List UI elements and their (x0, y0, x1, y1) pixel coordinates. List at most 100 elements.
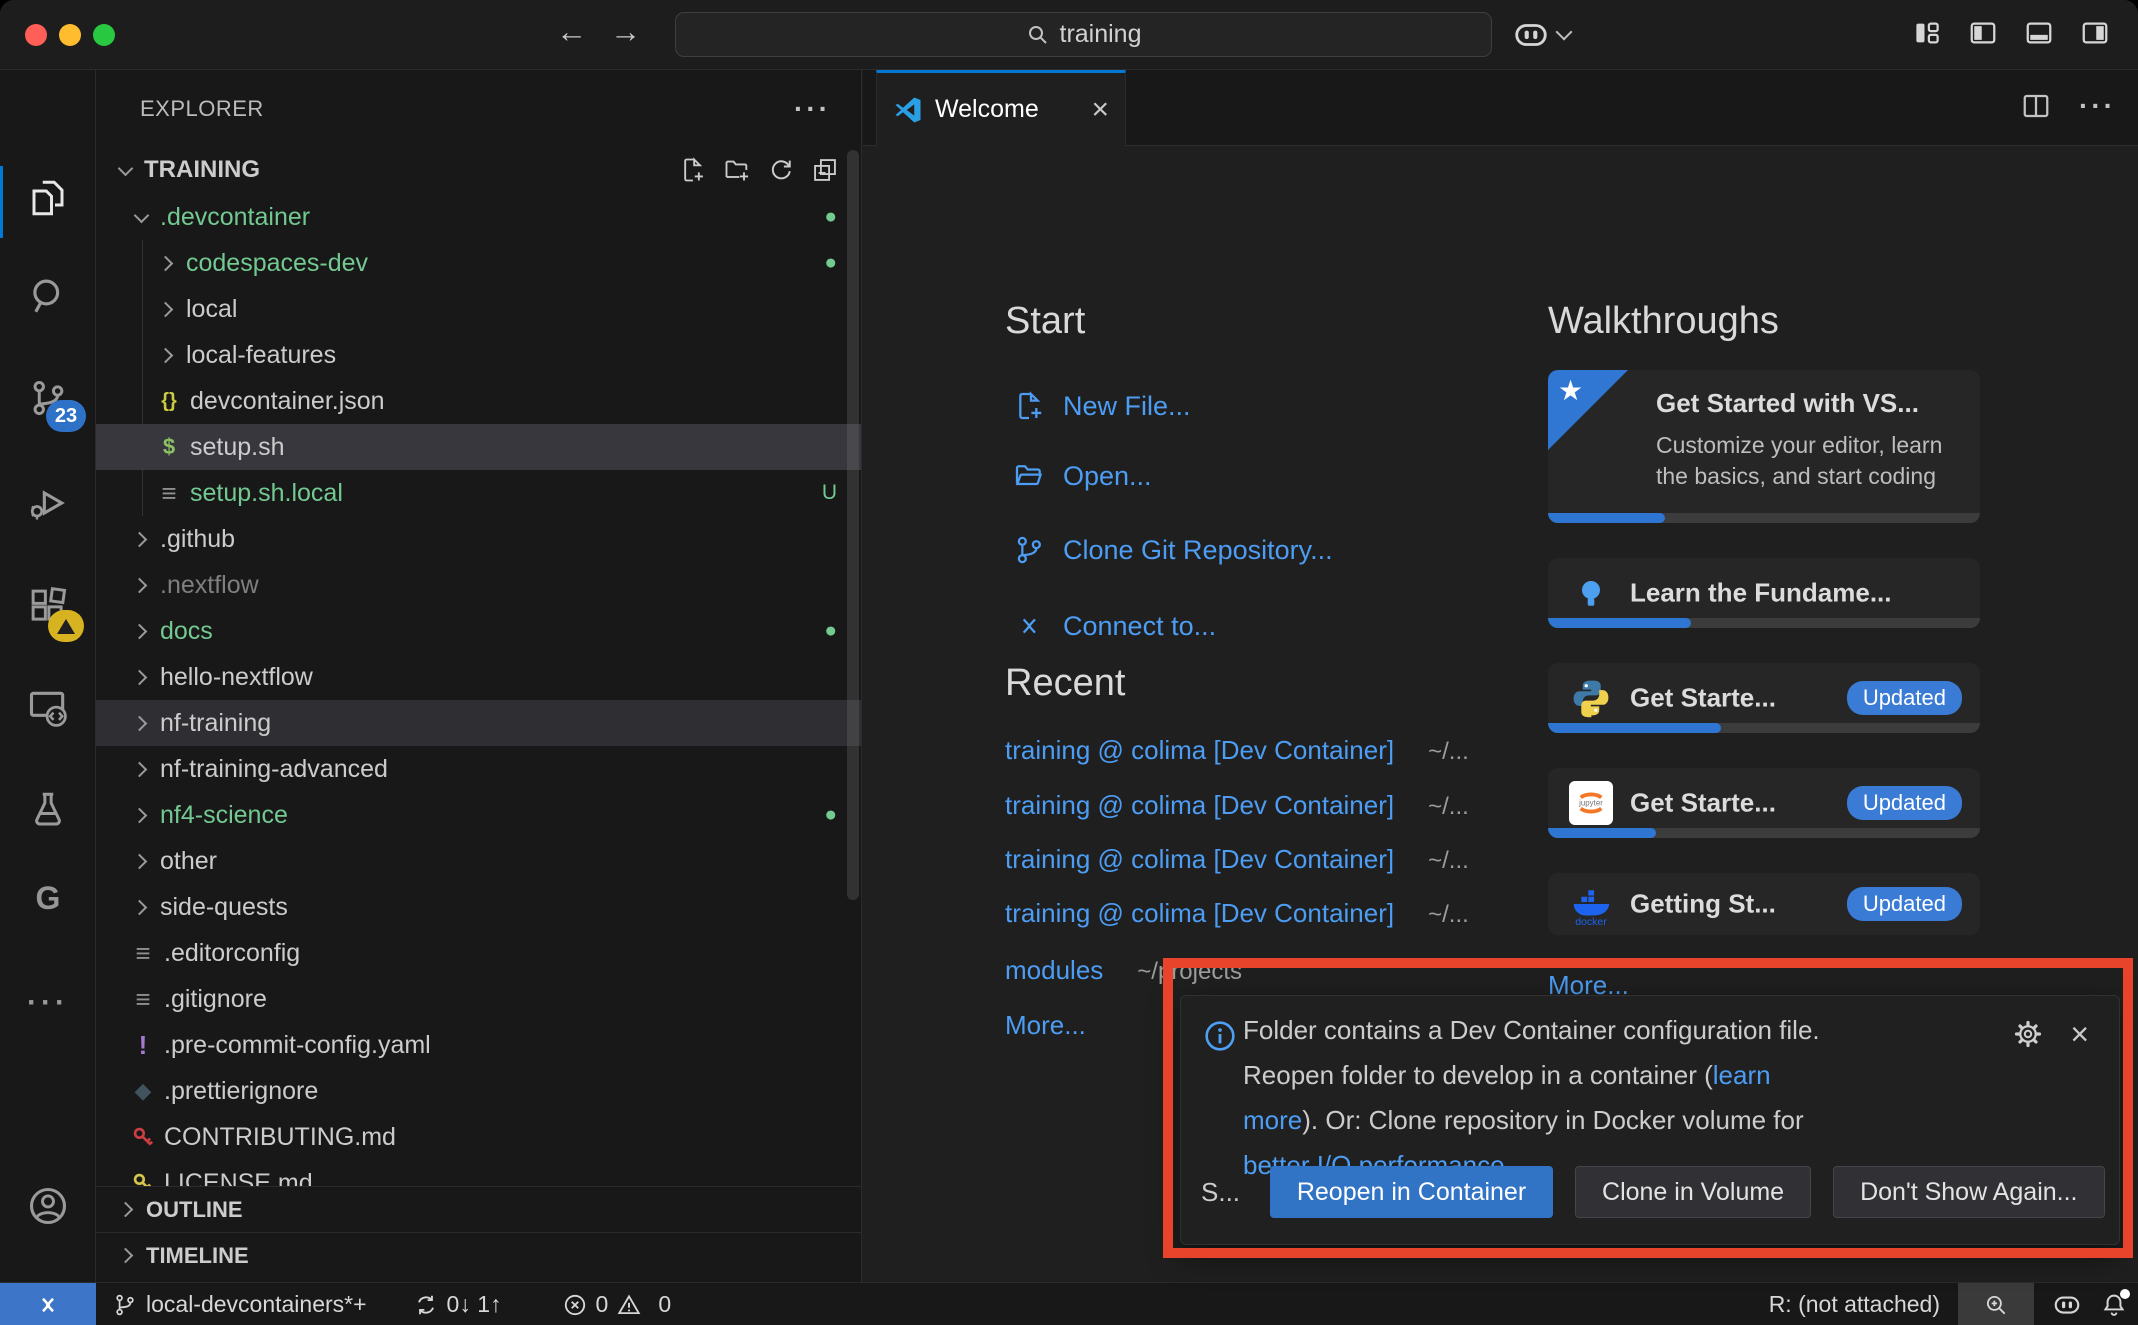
new-folder-icon[interactable] (723, 156, 751, 184)
walkthrough-card-jupyter[interactable]: jupyter Get Starte... Updated (1548, 768, 1980, 838)
tree-item-nf4-science[interactable]: nf4-science ● (96, 792, 861, 838)
start-open[interactable]: Open... (1013, 454, 1152, 498)
recent-item[interactable]: training @ colima [Dev Container] ~/... (1005, 735, 1469, 771)
tree-item-local-features[interactable]: local-features (96, 332, 861, 378)
chevron-right-icon (114, 1197, 140, 1223)
tree-item-gitignore[interactable]: .gitignore (96, 976, 861, 1022)
warning-icon (57, 619, 75, 634)
window-zoom-button[interactable] (93, 24, 115, 46)
customize-layout-icon[interactable] (1912, 18, 1942, 48)
tree-item-nextflow[interactable]: .nextflow (96, 562, 861, 608)
dont-show-again-button[interactable]: Don't Show Again... (1833, 1166, 2104, 1218)
search-icon[interactable] (0, 268, 96, 324)
chevron-right-icon (154, 342, 180, 368)
copilot-icon[interactable] (2052, 1290, 2082, 1320)
tree-item-devcontainer[interactable]: .devcontainer ● (96, 194, 861, 240)
clone-in-volume-button[interactable]: Clone in Volume (1575, 1166, 1811, 1218)
tree-item-local[interactable]: local (96, 286, 861, 332)
tab-bar: Welcome × ··· (863, 70, 2138, 146)
copilot-menu[interactable] (1512, 16, 1570, 54)
recent-item[interactable]: training @ colima [Dev Container] ~/... (1005, 790, 1469, 826)
shell-file-icon (154, 432, 184, 462)
reopen-in-container-button[interactable]: Reopen in Container (1270, 1166, 1553, 1218)
start-clone-repo[interactable]: Clone Git Repository... (1013, 528, 1333, 572)
zoom-status[interactable] (1958, 1283, 2034, 1325)
tree-item-codespaces-dev[interactable]: codespaces-dev ● (96, 240, 861, 286)
tree-item-side-quests[interactable]: side-quests (96, 884, 861, 930)
truncated-button[interactable]: S... (1201, 1177, 1240, 1208)
docker-icon: docker (1568, 881, 1614, 927)
split-editor-icon[interactable] (2021, 91, 2051, 121)
updated-badge: Updated (1847, 887, 1962, 921)
tree-item-devcontainer-json[interactable]: devcontainer.json (96, 378, 861, 424)
recent-item[interactable]: modules ~/projects (1005, 955, 1242, 991)
walkthrough-card-docker[interactable]: docker Getting St... Updated (1548, 873, 1980, 935)
tree-item-prettierignore[interactable]: .prettierignore (96, 1068, 861, 1114)
tree-item-hello-nextflow[interactable]: hello-nextflow (96, 654, 861, 700)
timeline-section-header[interactable]: TIMELINE (96, 1232, 861, 1278)
sidebar-scrollbar[interactable] (847, 150, 859, 900)
navigate-back-icon[interactable]: ← (556, 14, 587, 50)
account-icon[interactable] (0, 1178, 96, 1234)
recent-more-link[interactable]: More... (1005, 1010, 1086, 1041)
close-icon[interactable]: × (1091, 95, 1109, 125)
tab-label: Welcome (935, 95, 1039, 124)
gitlens-icon[interactable]: G (0, 870, 96, 926)
outline-section-header[interactable]: OUTLINE (96, 1186, 861, 1232)
tree-item-nf-training-advanced[interactable]: nf-training-advanced (96, 746, 861, 792)
start-connect-to[interactable]: Connect to... (1013, 604, 1216, 648)
explorer-more-actions-icon[interactable]: ··· (794, 93, 831, 125)
sync-status[interactable]: 0↓ 1↑ (413, 1291, 502, 1318)
remote-indicator[interactable] (0, 1283, 96, 1325)
problems-status[interactable]: 0 0 (562, 1291, 672, 1318)
git-branch-icon (1013, 534, 1045, 566)
window-close-button[interactable] (25, 24, 47, 46)
run-debug-icon[interactable] (0, 475, 96, 531)
start-new-file[interactable]: New File... (1013, 384, 1191, 428)
explorer-icon[interactable] (0, 170, 96, 226)
tree-item-nf-training[interactable]: nf-training (96, 700, 861, 746)
toggle-panel-icon[interactable] (2024, 18, 2054, 48)
window-minimize-button[interactable] (59, 24, 81, 46)
testing-icon[interactable] (0, 782, 96, 838)
tree-item-pre-commit-config[interactable]: .pre-commit-config.yaml (96, 1022, 861, 1068)
source-control-badge: 23 (46, 400, 86, 432)
refresh-icon[interactable] (767, 156, 795, 184)
collapse-all-icon[interactable] (811, 156, 839, 184)
r-status[interactable]: R: (not attached) (1769, 1291, 1940, 1318)
chevron-right-icon (128, 894, 154, 920)
branch-status[interactable]: local-devcontainers*+ (112, 1291, 367, 1318)
tree-item-editorconfig[interactable]: .editorconfig (96, 930, 861, 976)
tree-item-setup-sh-local[interactable]: setup.sh.local U (96, 470, 861, 516)
tree-item-setup-sh[interactable]: setup.sh (96, 424, 861, 470)
tab-welcome[interactable]: Welcome × (876, 70, 1126, 146)
new-file-icon[interactable] (679, 156, 707, 184)
json-file-icon (154, 386, 184, 416)
toggle-secondary-sidebar-icon[interactable] (2080, 18, 2110, 48)
tree-item-other[interactable]: other (96, 838, 861, 884)
prettier-file-icon (128, 1076, 158, 1106)
toggle-primary-sidebar-icon[interactable] (1968, 18, 1998, 48)
walkthrough-card-fundamentals[interactable]: Learn the Fundame... (1548, 558, 1980, 628)
navigate-forward-icon[interactable]: → (610, 14, 641, 50)
remote-explorer-icon[interactable] (0, 680, 96, 736)
notification-settings-gear-icon[interactable] (2012, 1018, 2044, 1050)
tree-item-docs[interactable]: docs ● (96, 608, 861, 654)
zoom-in-icon (1983, 1292, 2009, 1318)
more-views-icon[interactable]: ··· (0, 975, 96, 1031)
tree-item-github[interactable]: .github (96, 516, 861, 562)
text-file-icon (154, 478, 184, 508)
status-bar: local-devcontainers*+ 0↓ 1↑ 0 0 R: (not … (0, 1282, 2138, 1325)
recent-item[interactable]: training @ colima [Dev Container] ~/... (1005, 898, 1469, 934)
notifications-bell[interactable] (2100, 1291, 2128, 1319)
activity-bar: 23 G ··· (0, 70, 96, 1282)
walkthrough-card-python[interactable]: Get Starte... Updated (1548, 663, 1980, 733)
workspace-section-header[interactable]: TRAINING (96, 147, 861, 193)
tree-item-contributing[interactable]: CONTRIBUTING.md (96, 1114, 861, 1160)
config-file-icon (128, 984, 158, 1014)
editor-more-actions-icon[interactable]: ··· (2079, 90, 2116, 122)
notification-close-icon[interactable]: × (2070, 1018, 2089, 1050)
walkthrough-card-get-started[interactable]: ★ Get Started with VS... Customize your … (1548, 370, 1980, 523)
command-center-search[interactable]: training (675, 12, 1492, 57)
recent-item[interactable]: training @ colima [Dev Container] ~/... (1005, 844, 1469, 880)
